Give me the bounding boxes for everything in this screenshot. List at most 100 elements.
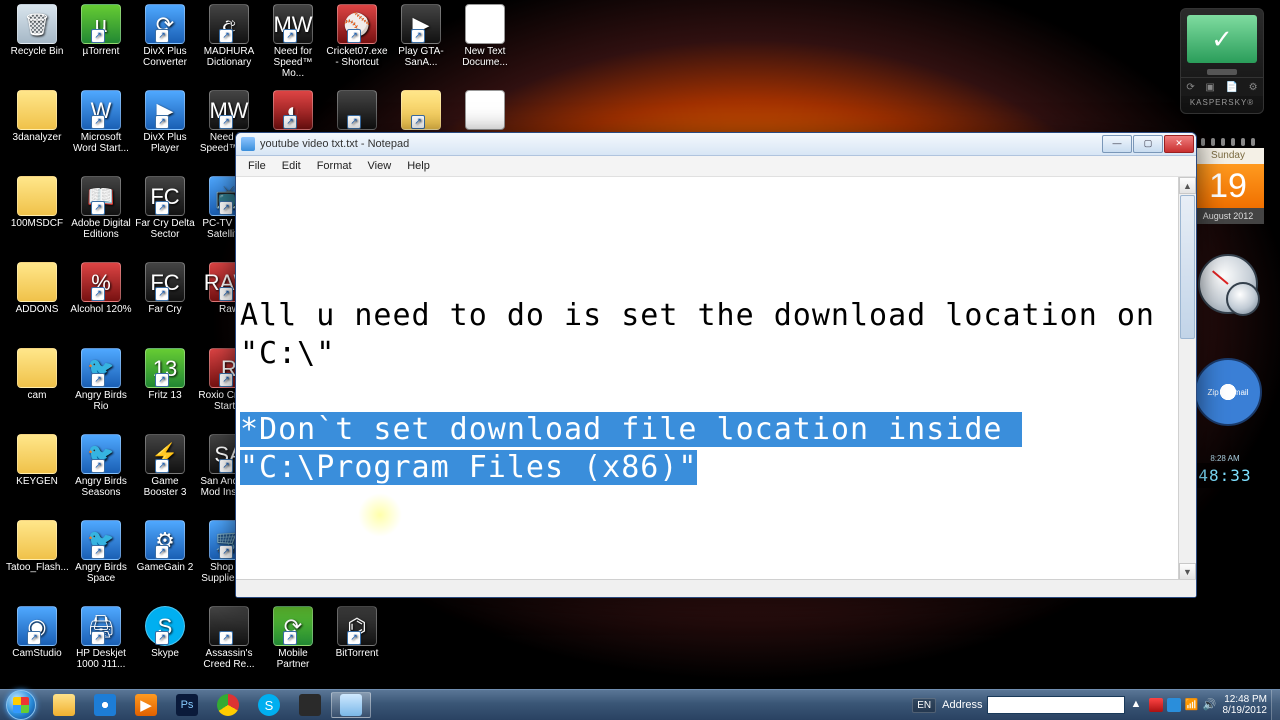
desktop-icon[interactable]: MW↗Need for Speed™ Mo...	[262, 4, 324, 79]
minimize-button[interactable]: —	[1102, 135, 1132, 153]
desktop-icon[interactable]: ↗Assassin's Creed Re...	[198, 606, 260, 670]
taskbar-chrome[interactable]	[208, 692, 248, 718]
app-icon: 🐦↗	[81, 348, 121, 388]
titlebar[interactable]: youtube video txt.txt - Notepad — ▢ ✕	[236, 133, 1196, 156]
tray-icons[interactable]: ▲ 📶 🔊	[1131, 698, 1217, 712]
calendar-gadget[interactable]: Sunday 19 August 2012	[1192, 138, 1264, 228]
desktop-icon[interactable]: ⟳↗DivX Plus Converter	[134, 4, 196, 68]
desktop-icon-label: Angry Birds Space	[70, 562, 132, 584]
desktop-icon-label: Recycle Bin	[6, 46, 68, 57]
horizontal-scrollbar[interactable]	[236, 579, 1196, 597]
desktop-icon[interactable]: ◉↗CamStudio	[6, 606, 68, 659]
menu-view[interactable]: View	[360, 158, 400, 174]
desktop-icon[interactable]: New Text Docume...	[454, 4, 516, 68]
calendar-month: August 2012	[1192, 208, 1264, 224]
desktop-icon-label: Assassin's Creed Re...	[198, 648, 260, 670]
kaspersky-gadget[interactable]: ✓ ⟳▣📄⚙ KASPERSKY®	[1180, 8, 1264, 114]
desktop-icon[interactable]: ⚾↗Cricket07.exe - Shortcut	[326, 4, 388, 68]
shortcut-arrow-icon: ↗	[347, 631, 361, 645]
desktop-icon[interactable]: 13↗Fritz 13	[134, 348, 196, 401]
desktop-icon[interactable]: 🐦↗Angry Birds Rio	[70, 348, 132, 412]
desktop-icon-label: µTorrent	[70, 46, 132, 57]
desktop-icon[interactable]: ↗	[390, 90, 452, 132]
desktop-icon[interactable]: FC↗Far Cry Delta Sector	[134, 176, 196, 240]
app-icon: ⚡↗	[145, 434, 185, 474]
desktop-icon[interactable]: ⌬↗BitTorrent	[326, 606, 388, 659]
shortcut-arrow-icon: ↗	[155, 545, 169, 559]
desktop-icon[interactable]: ◐↗	[262, 90, 324, 132]
taskbar-assassins-creed[interactable]	[290, 692, 330, 718]
volume-icon[interactable]: 🔊	[1203, 698, 1217, 712]
menu-file[interactable]: File	[240, 158, 274, 174]
taskbar-ie[interactable]	[85, 692, 125, 718]
desktop-icon[interactable]: ⚡↗Game Booster 3	[134, 434, 196, 498]
desktop-icon[interactable]: ⟳↗Mobile Partner	[262, 606, 324, 670]
scroll-thumb[interactable]	[1180, 195, 1195, 339]
desktop-icon[interactable]: ↗	[326, 90, 388, 132]
desktop-icon[interactable]: 📖↗Adobe Digital Editions	[70, 176, 132, 240]
desktop-icon[interactable]: KEYGEN	[6, 434, 68, 487]
shortcut-arrow-icon: ↗	[155, 631, 169, 645]
taskbar-explorer[interactable]	[44, 692, 84, 718]
close-button[interactable]: ✕	[1164, 135, 1194, 153]
app-icon: ↗	[401, 90, 441, 130]
shortcut-arrow-icon: ↗	[155, 115, 169, 129]
desktop-icon[interactable]: ▶↗Play GTA-SanA...	[390, 4, 452, 68]
taskbar-skype[interactable]: S	[249, 692, 289, 718]
app-icon: 13↗	[145, 348, 185, 388]
desktop-icon[interactable]: 🗑Recycle Bin	[6, 4, 68, 57]
tray-icon[interactable]	[1149, 698, 1163, 712]
digital-clock-gadget[interactable]: 8:28 AM 48:33	[1186, 454, 1264, 488]
menu-edit[interactable]: Edit	[274, 158, 309, 174]
desktop-icon[interactable]: S↗Skype	[134, 606, 196, 659]
photoshop-icon: Ps	[176, 694, 198, 716]
desktop-icon[interactable]: 🐦↗Angry Birds Seasons	[70, 434, 132, 498]
shortcut-arrow-icon: ↗	[155, 459, 169, 473]
network-icon[interactable]: 📶	[1185, 698, 1199, 712]
taskbar-clock[interactable]: 12:48 PM 8/19/2012	[1223, 694, 1268, 716]
maximize-button[interactable]: ▢	[1133, 135, 1163, 153]
desktop-icon-label: Far Cry	[134, 304, 196, 315]
desktop-icon-label: Adobe Digital Editions	[70, 218, 132, 240]
desktop-icon[interactable]: FC↗Far Cry	[134, 262, 196, 315]
cpu-meter-gadget[interactable]	[1192, 254, 1264, 326]
checkmark-icon: ✓	[1187, 15, 1257, 63]
app-icon: MW↗	[209, 90, 249, 130]
start-button[interactable]	[0, 690, 42, 720]
desktop-icon[interactable]: 🖨↗HP Deskjet 1000 J11...	[70, 606, 132, 670]
desktop-icon-label: Play GTA-SanA...	[390, 46, 452, 68]
desktop-icon[interactable]: ADDONS	[6, 262, 68, 315]
tray-icon[interactable]	[1167, 698, 1181, 712]
scroll-down-button[interactable]: ▼	[1179, 563, 1196, 580]
taskbar-photoshop[interactable]: Ps	[167, 692, 207, 718]
language-indicator[interactable]: EN	[912, 698, 936, 713]
desktop-icon[interactable]: %↗Alcohol 120%	[70, 262, 132, 315]
desktop-icon[interactable]: ⚙↗GameGain 2	[134, 520, 196, 573]
menu-format[interactable]: Format	[309, 158, 360, 174]
desktop-icon[interactable]: cam	[6, 348, 68, 401]
desktop-icon[interactable]: 🐦↗Angry Birds Space	[70, 520, 132, 584]
desktop-icon[interactable]: 100MSDCF	[6, 176, 68, 229]
winzip-gadget[interactable]: Zip & Email	[1192, 358, 1264, 430]
taskbar-wmp[interactable]: ▶	[126, 692, 166, 718]
app-icon: W↗	[81, 90, 121, 130]
desktop-icon[interactable]: 3danalyzer	[6, 90, 68, 143]
address-input[interactable]	[987, 696, 1125, 714]
desktop-icon[interactable]: W↗Microsoft Word Start...	[70, 90, 132, 154]
editor-area[interactable]: All u need to do is set the download loc…	[236, 177, 1196, 597]
desktop-icon[interactable]	[454, 90, 516, 132]
desktop-icon[interactable]: Tatoo_Flash...	[6, 520, 68, 573]
notepad-window: youtube video txt.txt - Notepad — ▢ ✕ Fi…	[235, 132, 1197, 598]
taskbar-notepad[interactable]	[331, 692, 371, 718]
menu-help[interactable]: Help	[399, 158, 438, 174]
desktop-icon[interactable]: ▶↗DivX Plus Player	[134, 90, 196, 154]
vertical-scrollbar[interactable]: ▲ ▼	[1178, 177, 1196, 597]
calendar-day: Sunday	[1192, 148, 1264, 164]
shortcut-arrow-icon: ↗	[91, 631, 105, 645]
app-icon: ↗	[337, 90, 377, 130]
show-desktop-button[interactable]	[1271, 690, 1280, 720]
scroll-up-button[interactable]: ▲	[1179, 177, 1196, 194]
desktop-icon[interactable]: අ↗MADHURA Dictionary	[198, 4, 260, 68]
desktop-icon-label: Angry Birds Rio	[70, 390, 132, 412]
desktop-icon[interactable]: µ↗µTorrent	[70, 4, 132, 57]
